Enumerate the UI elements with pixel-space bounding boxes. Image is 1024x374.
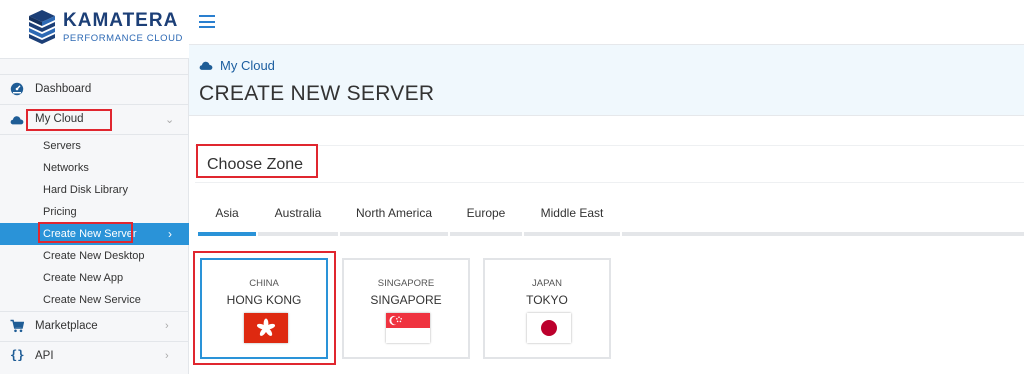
tab-middle-east[interactable]: Middle East: [524, 196, 620, 236]
zone-tabs: Asia Australia North America Europe Midd…: [198, 196, 1024, 236]
sidebar-item-dashboard[interactable]: Dashboard: [0, 74, 189, 104]
zone-card-singapore[interactable]: SINGAPORE SINGAPORE: [342, 258, 470, 359]
kamatera-logo-icon: [29, 10, 55, 44]
sidebar-subitem-label: Networks: [43, 162, 89, 174]
top-bar: [189, 0, 1024, 45]
tab-label: Australia: [274, 206, 322, 220]
sidebar-subitem-create-new-app[interactable]: Create New App: [0, 267, 189, 289]
cloud-icon: [199, 61, 213, 70]
sidebar-subitem-label: Create New Desktop: [43, 250, 145, 262]
chevron-right-icon: ›: [168, 227, 172, 241]
menu-toggle-icon[interactable]: [199, 15, 215, 28]
zone-card-tokyo[interactable]: JAPAN TOKYO: [483, 258, 611, 359]
sidebar-subitem-label: Pricing: [43, 206, 77, 218]
braces-icon: {}: [10, 348, 25, 362]
sidebar-item-label: API: [35, 350, 54, 362]
sidebar-subitem-hard-disk-library[interactable]: Hard Disk Library: [0, 179, 189, 201]
cloud-icon: [10, 116, 24, 125]
zone-city: TOKYO: [526, 293, 568, 307]
singapore-flag-icon: [386, 313, 430, 343]
sidebar-subitem-create-new-service[interactable]: Create New Service: [0, 289, 189, 311]
highlight-box: [193, 251, 336, 365]
cart-icon: [10, 319, 24, 333]
highlight-box: [26, 109, 112, 131]
highlight-box: [38, 222, 133, 243]
sidebar-item-label: Marketplace: [35, 320, 98, 332]
sidebar-item-api[interactable]: {} API ›: [0, 341, 189, 371]
tab-europe[interactable]: Europe: [450, 196, 522, 236]
sidebar-item-label: Dashboard: [35, 83, 92, 95]
japan-flag-icon: [527, 313, 571, 343]
tab-label: North America: [355, 206, 433, 220]
tab-asia[interactable]: Asia: [198, 196, 256, 236]
tab-australia[interactable]: Australia: [258, 196, 338, 236]
zone-country: SINGAPORE: [377, 278, 435, 289]
breadcrumb-label: My Cloud: [220, 58, 275, 73]
tab-bar-filler: [622, 196, 1024, 236]
breadcrumb[interactable]: My Cloud: [199, 58, 275, 73]
sidebar-subitem-create-new-desktop[interactable]: Create New Desktop: [0, 245, 189, 267]
zone-section-header: Choose Zone: [195, 145, 1024, 183]
sidebar: KAMATERA PERFORMANCE CLOUD Dashboard My …: [0, 0, 189, 374]
logo[interactable]: KAMATERA PERFORMANCE CLOUD: [0, 0, 189, 59]
brand-name: KAMATERA: [63, 10, 179, 31]
sidebar-subitem-pricing[interactable]: Pricing: [0, 201, 189, 223]
highlight-box: [196, 144, 318, 178]
sidebar-subitem-servers[interactable]: Servers: [0, 135, 189, 157]
sidebar-subitem-label: Create New Service: [43, 294, 141, 306]
zone-city: SINGAPORE: [370, 293, 442, 307]
page-title: CREATE NEW SERVER: [199, 82, 435, 105]
chevron-right-icon: ›: [165, 350, 169, 362]
tab-label: Europe: [466, 206, 506, 220]
dashboard-icon: [10, 82, 24, 96]
sidebar-item-marketplace[interactable]: Marketplace ›: [0, 311, 189, 341]
brand-tagline: PERFORMANCE CLOUD: [63, 33, 183, 44]
sidebar-subitem-networks[interactable]: Networks: [0, 157, 189, 179]
zone-country: JAPAN: [532, 278, 562, 289]
sidebar-subitem-label: Create New App: [43, 272, 124, 284]
chevron-right-icon: ›: [165, 320, 169, 332]
chevron-down-icon: ⌄: [165, 113, 175, 126]
sidebar-subitem-label: Hard Disk Library: [43, 184, 128, 196]
tab-label: Asia: [215, 206, 239, 220]
page-header: My Cloud CREATE NEW SERVER: [189, 45, 1024, 116]
sidebar-subitem-label: Servers: [43, 140, 81, 152]
tab-label: Middle East: [540, 206, 604, 220]
tab-north-america[interactable]: North America: [340, 196, 448, 236]
